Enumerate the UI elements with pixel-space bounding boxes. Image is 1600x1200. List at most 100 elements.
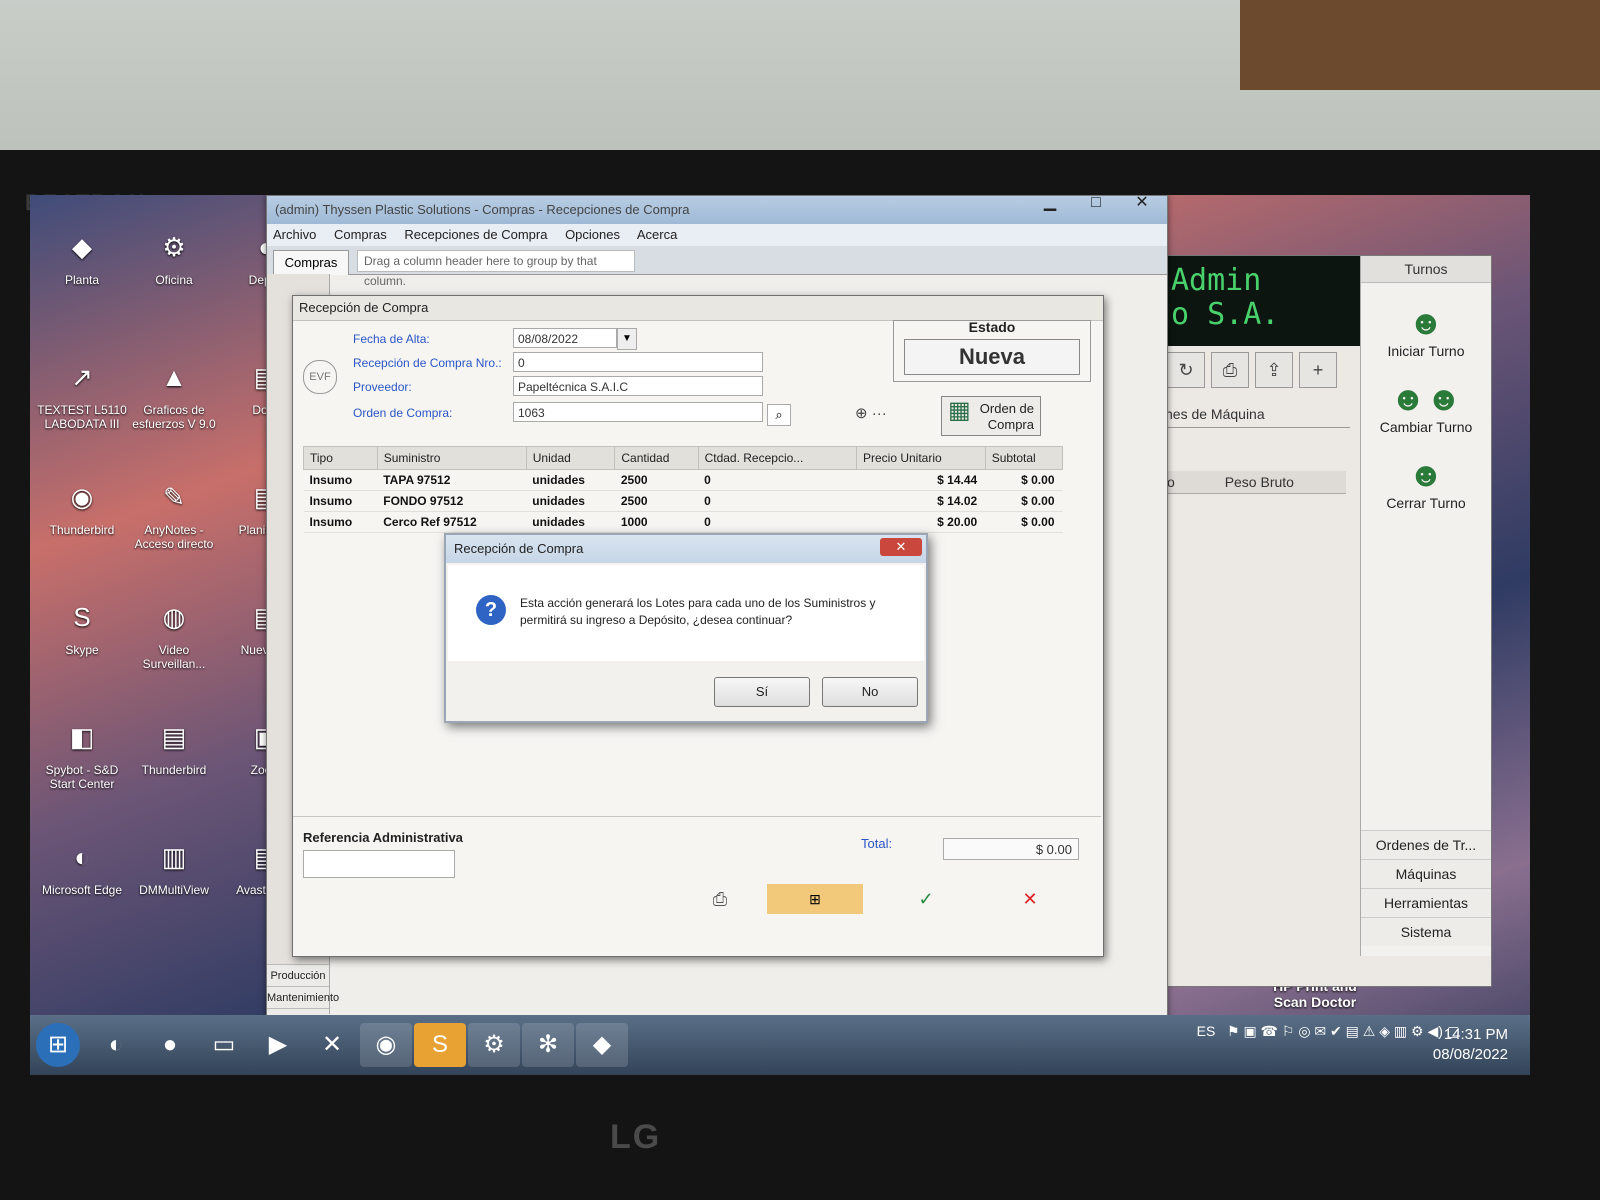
desktop-icon-label: Video Surveillan... <box>142 643 206 671</box>
back-grid-header: o Peso Bruto <box>1161 471 1346 494</box>
app-icon[interactable]: ◆ <box>576 1023 628 1067</box>
table-row[interactable]: Insumo TAPA 97512 unidades 2500 0 $ 14.44 $ 0.… <box>303 469 1063 491</box>
cell-tipo: Insumo <box>303 469 378 491</box>
desktop-icon[interactable]: ◍ Video Surveillan... <box>128 595 220 671</box>
clock-time: 14:31 PM <box>1443 1026 1508 1043</box>
firefox-icon[interactable]: ● <box>144 1023 196 1067</box>
desktop-icon[interactable]: ◆ Planta <box>36 225 128 287</box>
app-icon: ◉ <box>70 482 94 512</box>
desktop-icon[interactable]: ✎ AnyNotes - Acceso directo <box>128 475 220 551</box>
column-header[interactable]: Subtotal <box>984 446 1064 470</box>
desktop-icon[interactable]: ◉ Thunderbird <box>36 475 128 537</box>
cancel-x-icon[interactable]: ✕ <box>1015 884 1045 914</box>
zoom-icon[interactable]: ⊕ ··· <box>855 404 887 422</box>
system-tray: ES ⚑ ▣ ☎ ⚐ ◎ ✉ ✔ ▤ ⚠ ◈ ▥ ⚙ ◀) ▢ <box>1197 1023 1460 1040</box>
app-icon: ✎ <box>163 482 185 512</box>
excel-icon[interactable]: ✕ <box>306 1023 358 1067</box>
tab-maquinas[interactable]: nes de Máquina <box>1161 401 1350 428</box>
proveedor-input[interactable]: Papeltécnica S.A.I.C <box>513 376 763 396</box>
led-line: o S.A. <box>1171 297 1280 332</box>
menu-acerca[interactable]: Acerca <box>637 227 677 242</box>
print-icon[interactable]: ⎙ <box>1211 352 1249 388</box>
yes-button[interactable]: Sí <box>714 677 810 707</box>
items-grid: Tipo Suministro Unidad Cantidad Ctdad. R… <box>303 446 1064 533</box>
language-indicator[interactable]: ES <box>1197 1023 1216 1039</box>
cerrar-turno-button[interactable]: ☻ Cerrar Turno <box>1361 455 1491 511</box>
back-toolbar: ↻ ⎙ ⇪ + <box>1167 352 1347 392</box>
desktop-icon-label: TEXTEST L5110 LABODATA III <box>37 403 127 431</box>
column-header[interactable]: Unidad <box>525 446 616 470</box>
gear-icon[interactable]: ✻ <box>522 1023 574 1067</box>
search-icon[interactable]: ⌕ <box>767 404 791 426</box>
desktop-icon[interactable]: ◐ Microsoft Edge <box>36 835 128 897</box>
folder-icon[interactable]: ▭ <box>198 1023 250 1067</box>
export-button[interactable]: ⊞ <box>767 884 863 914</box>
nro-input[interactable]: 0 <box>513 352 763 372</box>
chrome-icon[interactable]: ◉ <box>360 1023 412 1067</box>
skype-icon[interactable]: S <box>414 1023 466 1067</box>
media-player-icon[interactable]: ▶ <box>252 1023 304 1067</box>
group-by-hint: Drag a column header here to group by th… <box>357 250 635 288</box>
clock[interactable]: 14:31 PM 08/08/2022 <box>1433 1025 1508 1065</box>
desktop-icon[interactable]: ▥ DMMultiView <box>128 835 220 897</box>
tray-icons[interactable]: ⚑ ▣ ☎ ⚐ ◎ ✉ ✔ ▤ ⚠ ◈ ▥ ⚙ ◀) ▢ <box>1219 1023 1460 1039</box>
menu-opciones[interactable]: Opciones <box>565 227 620 242</box>
desktop-icon[interactable]: ⚙ Oficina <box>128 225 220 287</box>
desktop-icon-label: Thunderbird <box>141 763 207 777</box>
menu-compras[interactable]: Compras <box>334 227 387 242</box>
back-window: Admin o S.A. ↻ ⎙ ⇪ + nes de Máquina o Peso … <box>1160 255 1492 987</box>
maximize-button[interactable]: □ <box>1075 195 1117 216</box>
menu-recepciones[interactable]: Recepciones de Compra <box>404 227 547 242</box>
nav-herramientas[interactable]: Herramientas <box>1361 888 1491 917</box>
nav-mantenimiento[interactable]: Mantenimiento <box>267 986 339 1009</box>
desktop-icon[interactable]: S Skype <box>36 595 128 657</box>
table-row[interactable]: Insumo FONDO 97512 unidades 2500 0 $ 14.02 $ 0… <box>303 490 1063 512</box>
close-button[interactable]: ✕ <box>1121 195 1163 216</box>
refresh-icon[interactable]: ↻ <box>1167 352 1205 388</box>
total-value: $ 0.00 <box>943 838 1079 860</box>
add-icon[interactable]: + <box>1299 352 1337 388</box>
column-header[interactable]: Suministro <box>376 446 527 470</box>
nav-maquinas[interactable]: Máquinas <box>1361 859 1491 888</box>
column-header[interactable]: Tipo <box>303 446 378 470</box>
referencia-input[interactable] <box>303 850 455 878</box>
orden-de-compra-button[interactable]: ▦ Orden de Compra <box>941 396 1041 436</box>
menu-archivo[interactable]: Archivo <box>273 227 316 242</box>
fecha-input[interactable]: 08/08/2022 <box>513 328 617 348</box>
iniciar-turno-button[interactable]: ☻ Iniciar Turno <box>1361 303 1491 359</box>
table-row[interactable]: Insumo Cerco Ref 97512 unidades 1000 0 $ 20.0… <box>303 511 1063 533</box>
edge-icon[interactable]: ◐ <box>90 1023 142 1067</box>
desktop-icon[interactable]: ▤ Thunderbird <box>128 715 220 777</box>
cell-precio: $ 14.02 <box>856 490 986 512</box>
export-icon[interactable]: ⇪ <box>1255 352 1293 388</box>
close-button[interactable]: ✕ <box>880 538 922 556</box>
button-label: Cerrar Turno <box>1386 495 1466 511</box>
print-icon[interactable]: ⎙ <box>705 884 735 914</box>
confirm-check-icon[interactable]: ✓ <box>911 884 941 914</box>
column-header[interactable]: Cantidad <box>614 446 699 470</box>
desktop-icon[interactable]: ▲ Graficos de esfuerzos V 9.0 <box>128 355 220 431</box>
column-header[interactable]: Ctdad. Recepcio... <box>697 446 857 470</box>
confirm-message: Esta acción generará los Lotes para cada… <box>520 596 876 627</box>
tab-compras[interactable]: Compras <box>273 250 349 275</box>
column-header[interactable]: Peso Bruto <box>1219 471 1294 493</box>
cambiar-turno-button[interactable]: ☻☻ Cambiar Turno <box>1361 379 1491 435</box>
minimize-button[interactable]: ▁ <box>1029 195 1071 216</box>
nav-sistema[interactable]: Sistema <box>1361 917 1491 946</box>
nav-produccion[interactable]: Producción <box>267 964 329 987</box>
no-button[interactable]: No <box>822 677 918 707</box>
desktop-icon-label: Oficina <box>155 273 193 287</box>
desktop-icon[interactable]: ↗ TEXTEST L5110 LABODATA III <box>36 355 128 431</box>
cell-tipo: Insumo <box>303 511 378 533</box>
start-icon[interactable]: ⊞ <box>36 1023 80 1067</box>
grid-icon: ⊞ <box>809 891 821 907</box>
column-header[interactable]: Precio Unitario <box>855 446 986 470</box>
desktop-icon-label: Planta <box>64 273 100 287</box>
orden-input[interactable]: 1063 <box>513 402 763 422</box>
desktop-icon[interactable]: ◧ Spybot - S&D Start Center <box>36 715 128 791</box>
desktop-icon-label: Spybot - S&D Start Center <box>45 763 119 791</box>
chevron-down-icon[interactable]: ▼ <box>617 328 637 350</box>
settings-icon[interactable]: ⚙ <box>468 1023 520 1067</box>
nav-ordenes[interactable]: Ordenes de Tr... <box>1361 830 1491 859</box>
confirm-title: Recepción de Compra <box>446 535 926 563</box>
